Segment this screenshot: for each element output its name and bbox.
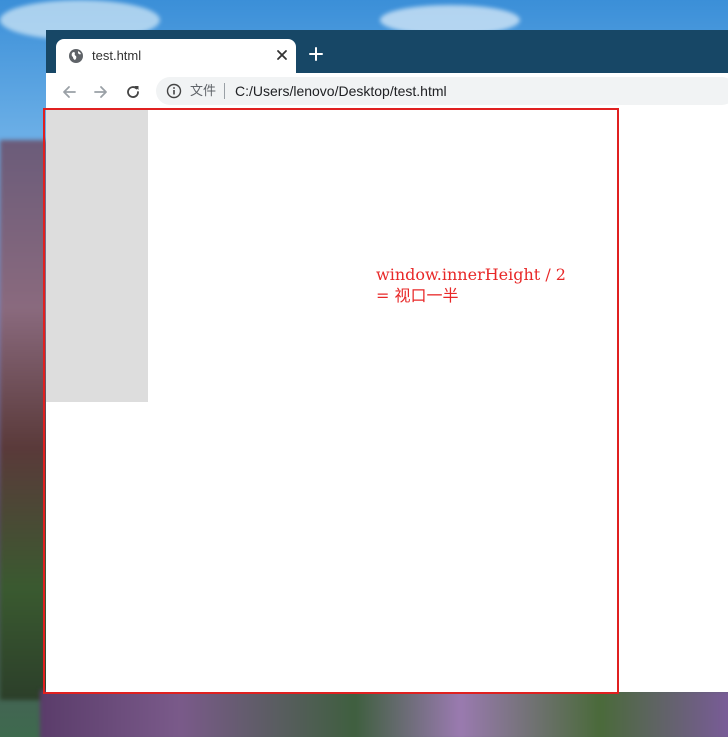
plus-icon[interactable]	[308, 46, 324, 62]
wallpaper-scenery-left	[0, 140, 48, 700]
browser-titlebar: test.html	[46, 30, 728, 73]
arrow-right-icon[interactable]	[92, 83, 110, 101]
address-divider	[224, 83, 225, 99]
wallpaper-scenery-bottom	[40, 690, 728, 737]
globe-icon	[69, 49, 83, 63]
info-icon[interactable]	[166, 83, 182, 99]
viewport-highlight-frame	[43, 108, 619, 694]
close-icon[interactable]	[274, 47, 290, 63]
reload-icon[interactable]	[124, 83, 142, 101]
browser-toolbar: 文件 C:/Users/lenovo/Desktop/test.html	[46, 73, 728, 110]
tab-test-html[interactable]: test.html	[56, 39, 296, 73]
tab-title: test.html	[92, 48, 142, 63]
address-bar[interactable]: 文件 C:/Users/lenovo/Desktop/test.html	[156, 77, 728, 105]
scheme-label: 文件	[190, 83, 217, 98]
annotation-text: window.innerHeight / 2 = 视口一半	[376, 264, 566, 306]
annotation-line-1: window.innerHeight / 2	[376, 265, 566, 284]
url-text[interactable]: C:/Users/lenovo/Desktop/test.html	[235, 82, 447, 100]
annotation-line-2: = 视口一半	[376, 286, 459, 305]
arrow-left-icon[interactable]	[60, 83, 78, 101]
